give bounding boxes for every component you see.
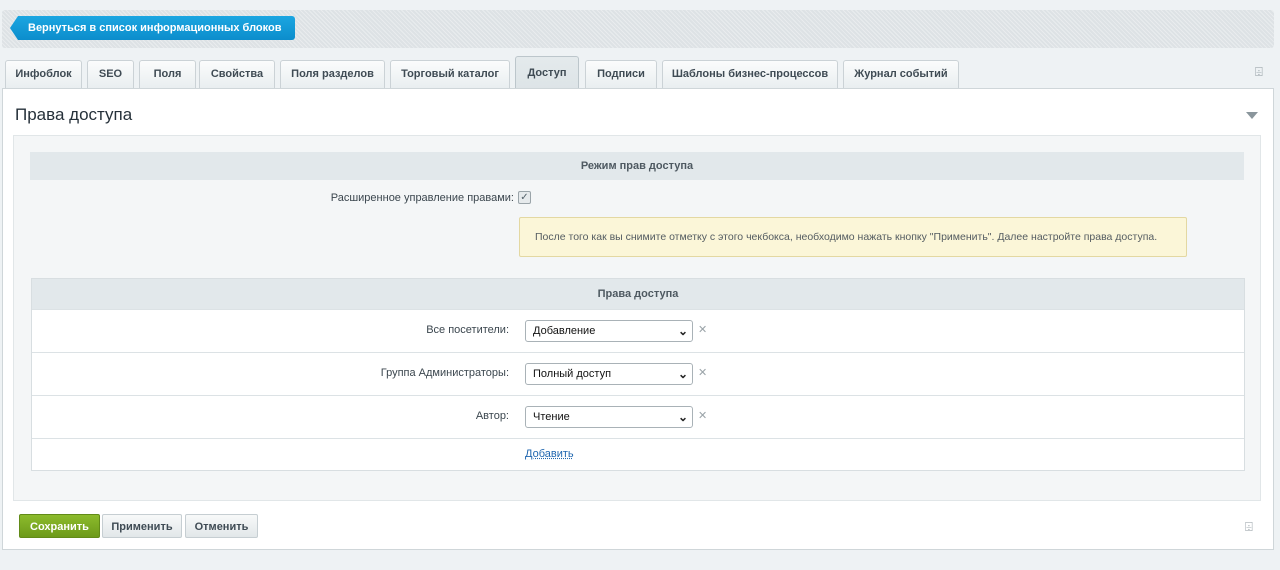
tab-iblock[interactable]: Инфоблок [5, 60, 82, 88]
select-value: Добавление [533, 325, 596, 337]
add-link[interactable]: Добавить [525, 448, 574, 460]
chevron-down-icon: ⌄ [677, 367, 688, 381]
tab-properties[interactable]: Свойства [199, 60, 275, 88]
row-label: Все посетители: [426, 324, 509, 336]
access-level-select[interactable]: Полный доступ ⌄ [525, 363, 693, 385]
tab-event-log[interactable]: Журнал событий [843, 60, 959, 88]
access-level-select[interactable]: Добавление ⌄ [525, 320, 693, 342]
checkmark-icon: ✓ [520, 192, 529, 203]
save-button[interactable]: Сохранить [19, 514, 100, 538]
close-icon[interactable]: ✕ [698, 409, 707, 422]
panel-title: Права доступа [15, 105, 133, 124]
access-level-select[interactable]: Чтение ⌄ [525, 406, 693, 428]
select-value: Чтение [533, 411, 570, 423]
table-row: Автор: Чтение ⌄ ✕ [32, 395, 1244, 438]
top-toolbar: Вернуться в список информационных блоков [2, 10, 1274, 48]
apply-button[interactable]: Применить [102, 514, 182, 538]
access-panel: Права доступа Режим прав доступа Расшире… [2, 88, 1274, 550]
add-row: Добавить [32, 438, 1244, 470]
back-to-iblock-list-button[interactable]: Вернуться в список информационных блоков [10, 16, 296, 40]
tab-section-fields[interactable]: Поля разделов [280, 60, 385, 88]
chevron-down-icon: ⌄ [677, 410, 688, 424]
pin-icon[interactable]: ⌹ [1255, 64, 1263, 80]
table-row: Все посетители: Добавление ⌄ ✕ [32, 309, 1244, 352]
tab-bp-templates[interactable]: Шаблоны бизнес-процессов [662, 60, 838, 88]
rights-section-header: Права доступа [32, 279, 1244, 309]
tab-seo[interactable]: SEO [87, 60, 134, 88]
close-icon[interactable]: ✕ [698, 366, 707, 379]
tab-trade-catalog[interactable]: Торговый каталог [390, 60, 510, 88]
select-value: Полный доступ [533, 368, 612, 380]
chevron-down-icon: ⌄ [677, 324, 688, 338]
row-label: Группа Администраторы: [380, 367, 509, 379]
extended-rights-label: Расширенное управление правами: [330, 192, 514, 204]
panel-content: Режим прав доступа Расширенное управлени… [13, 135, 1261, 501]
notice-box: После того как вы снимите отметку с этог… [519, 217, 1187, 257]
cancel-button[interactable]: Отменить [185, 514, 258, 538]
mode-section-header: Режим прав доступа [30, 152, 1244, 180]
extended-rights-checkbox[interactable]: ✓ [518, 191, 531, 204]
tab-captions[interactable]: Подписи [585, 60, 657, 88]
close-icon[interactable]: ✕ [698, 323, 707, 336]
rights-table: Права доступа Все посетители: Добавление… [31, 278, 1245, 471]
tab-access[interactable]: Доступ [515, 56, 579, 89]
pin-icon[interactable]: ⌹ [1245, 519, 1253, 535]
collapse-arrow-icon[interactable] [1246, 112, 1258, 119]
table-row: Группа Администраторы: Полный доступ ⌄ ✕ [32, 352, 1244, 395]
tab-fields[interactable]: Поля [139, 60, 196, 88]
row-label: Автор: [475, 410, 509, 422]
